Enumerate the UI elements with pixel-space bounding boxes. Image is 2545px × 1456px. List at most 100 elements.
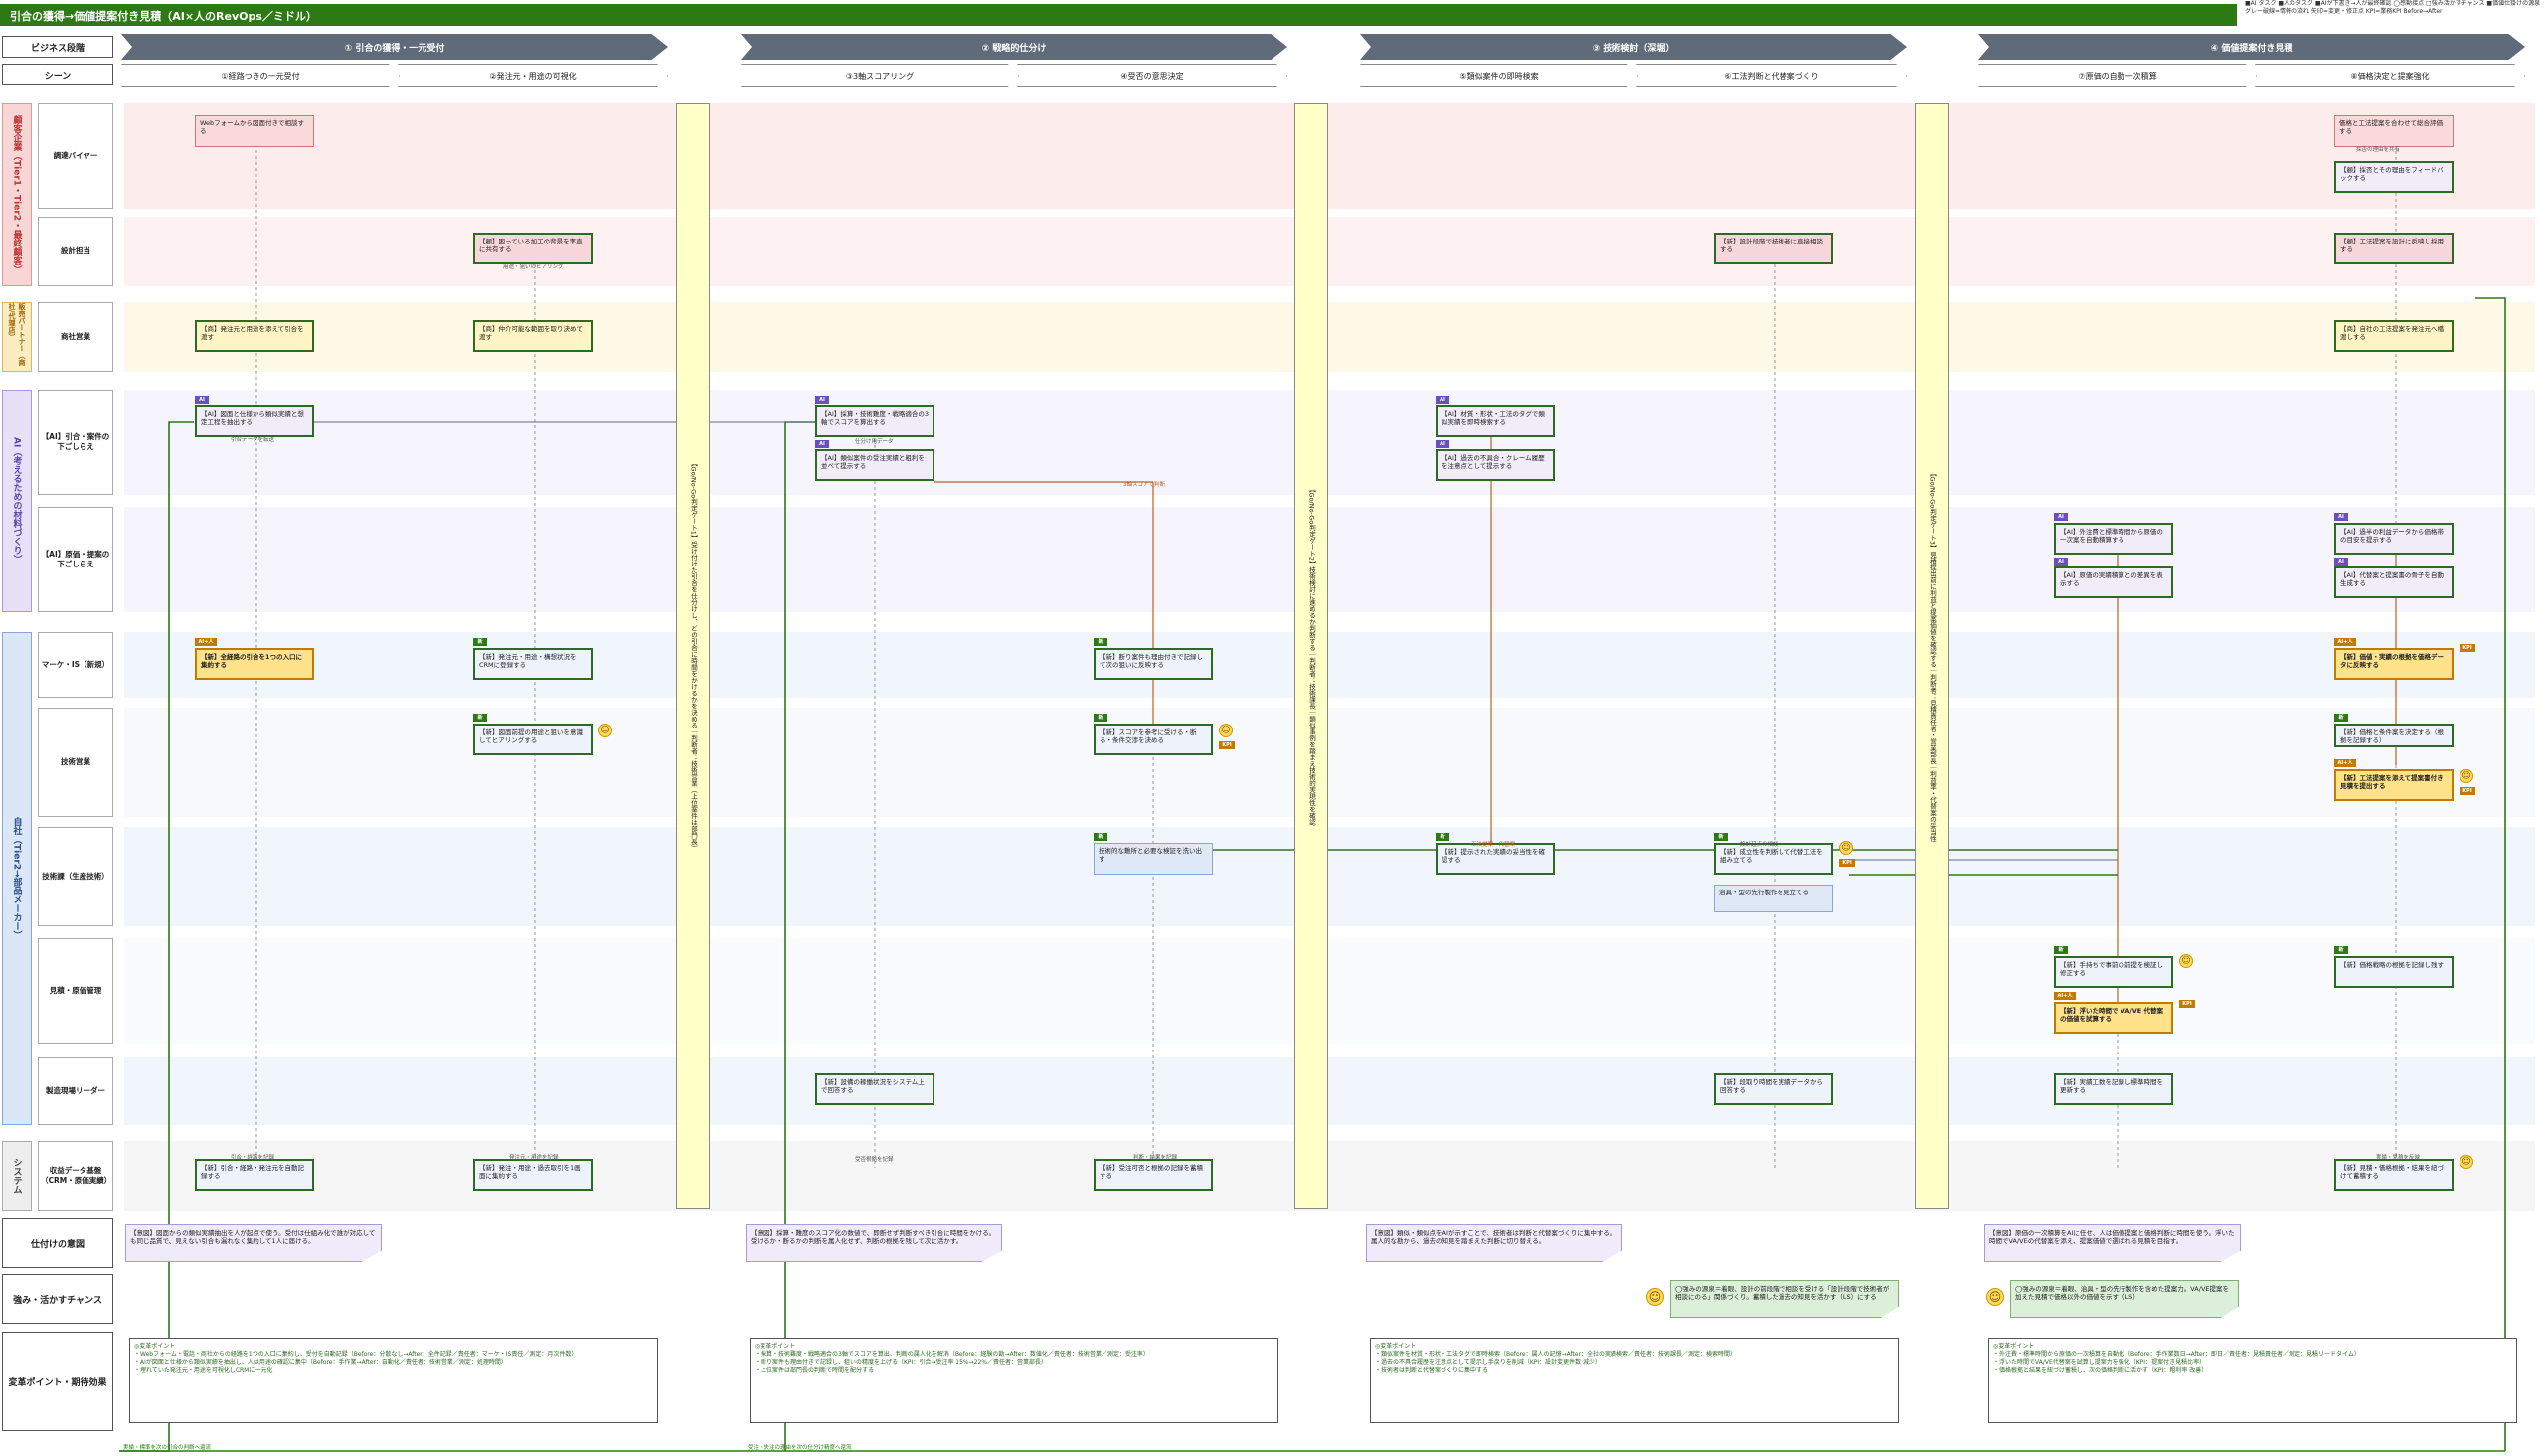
feedback-label: 受注・失注の理由を次の仕分け精度へ還流 (748, 1445, 852, 1451)
flow-label: 引合・経路を記録 (231, 1155, 275, 1161)
badge-ai-person: AI+人 (2054, 992, 2076, 1000)
badge-new: 新 (1094, 833, 1107, 841)
flow-label: 工法提案・代替案 (1471, 842, 1516, 848)
flow-label: 採否の理由を共有 (2356, 147, 2401, 153)
badge-ai: AI (1436, 396, 1449, 404)
change-3: ◎変革ポイント ・類似案件を材質・形状・工法タグで即時検索（Before：属人の… (1370, 1338, 1899, 1423)
strength-icon: ☺ (1646, 1288, 1664, 1306)
flow-label: 発注元・用途を記録 (509, 1155, 559, 1161)
gate-2: 【Go/No-Go判定ゲート2】技術検討に進めるか判断する｜判断者：技術課長｜類… (1294, 103, 1328, 1209)
card-customer-feedback: 【顧】採否とその理由をフィードバックする (2334, 161, 2454, 193)
strength-2: ◯強みの源泉＝着眼、治具・型の先行製作を含めた提案力。VA/VE提案を加えた見積… (2010, 1280, 2239, 1318)
card-setup-time: 【新】段取り時間を実績データから回答する (1714, 1073, 1833, 1105)
flow-label: 実績・見積を反映 (2376, 1155, 2421, 1161)
card-crm-register: 【新】発注元・用途・構想状況をCRMに登録する (473, 648, 593, 680)
card-equipment-status: 【新】設備の稼働状況をシステム上で回答する (815, 1073, 934, 1105)
flow-label: 判断・結果を記録 (1133, 1155, 1178, 1161)
badge-ai-person: AI+人 (2334, 638, 2356, 646)
card-ai-proposal: 【AI】代替案と提案書の骨子を自動生成する (2334, 566, 2454, 598)
card-customer-adopt: 【顧】工法提案を設計に反映し採用する (2334, 233, 2454, 264)
change-4: ◎変革ポイント ・外注費・標準時間から原価の一次積算を自動化（Before：手作… (1988, 1338, 2517, 1423)
badge-new: 新 (1094, 638, 1107, 646)
card-ai-price-range: 【AI】過半の利益データから価格帯の目安を提示する (2334, 523, 2454, 555)
card-sys-record-inquiry: 【新】引合・経路・発注元を自動記録する (195, 1159, 314, 1191)
delight-icon: ☺ (2460, 1155, 2473, 1169)
card-total-eval: 価格と工法提案を合わせて総合評価する (2334, 115, 2454, 147)
card-ai-defect-history: 【AI】過去の不具合・クレーム履歴を注意点として提示する (1436, 449, 1555, 481)
card-designer-consult: 【新】設計段階で技術者に直接相談する (1714, 233, 1833, 264)
intent-1: 【意図】図面からの類似実績抽出を人が起点で使う。受付は仕組み化で誰が対応しても同… (125, 1224, 382, 1262)
badge-kpi: KPI (2460, 787, 2475, 795)
card-customer-share: 【顧】困っている加工の背景を率直に共有する (473, 233, 593, 264)
flow-label: 用途・狙いのヒアリング (503, 264, 564, 270)
card-partner-scope: 【商】仲介可能な範囲を取り決めて渡す (473, 320, 593, 352)
flow-label: 引合データを転送 (231, 437, 275, 443)
badge-new: 新 (473, 638, 487, 646)
card-sys-one-screen: 【新】発注・用途・過去取引を1画面に集約する (473, 1159, 593, 1191)
badge-new: 新 (473, 714, 487, 722)
card-price-decide: 【新】価格と条件案を決定する（根拠を記録する） (2334, 724, 2454, 747)
delight-icon: ☺ (1219, 724, 1233, 737)
badge-kpi: KPI (1219, 741, 1235, 749)
card-tech-difficulty: 技術的な難所と必要な検証を洗い出す (1094, 843, 1213, 875)
badge-ai: AI (2334, 558, 2348, 566)
flow-label: 3軸スコアで判断 (1123, 482, 1165, 488)
intent-2: 【意図】採算・難度のスコア化の数値で、即断せず判断すべき引合に時間をかける。受け… (746, 1224, 1002, 1262)
gate-3: 【Go/No-Go判定ゲート3】見積提出前に利益と提案価値を確認する｜判断者：見… (1915, 103, 1949, 1209)
badge-kpi: KPI (2460, 644, 2475, 652)
card-ai-tag-search: 【AI】材質・形状・工法のタグで類似実績を即時検索する (1436, 405, 1555, 437)
card-hearing: 【新】図面前提の用途と狙いを意識してヒアリングする (473, 724, 593, 755)
badge-kpi: KPI (1839, 859, 1855, 867)
card-price-rationale: 【新】価格戦略の根拠を記録し残す (2334, 956, 2454, 988)
feedback-label: 実績・標準を次の引合の判断へ還流 (123, 1445, 212, 1451)
badge-ai: AI (195, 396, 209, 404)
badge-new: 新 (2334, 714, 2348, 722)
card-record-declines: 【新】断り案件も理由付きで記録して次の狙いに反映する (1094, 648, 1213, 680)
card-ai-cost-estimate: 【AI】外注費と標準時間から原価の一次案を自動積算する (2054, 523, 2173, 555)
intent-4: 【意図】原価の一次積算をAIに任せ、人は価値提案と価格判断に時間を使う。浮いた時… (1984, 1224, 2241, 1262)
flow-label: 設計起点の相談 (1740, 842, 1779, 848)
badge-ai: AI (815, 440, 829, 448)
card-ai-similar-profit: 【AI】類似案件の受注実績と粗利を並べて提示する (815, 449, 934, 481)
change-2: ◎変革ポイント ・採算・技術難度・戦略適合の3軸でスコアを算出、判断の属人化を解… (750, 1338, 1278, 1423)
delight-icon: ☺ (1839, 841, 1853, 855)
badge-ai: AI (1436, 440, 1449, 448)
card-jig-planning: 治具・型の先行製作を見立てる (1714, 885, 1833, 912)
card-sys-estimate-log: 【新】見積・価格根拠・結果を紐づけて蓄積する (2334, 1159, 2454, 1191)
card-go-nogo-decide: 【新】スコアを参考に受ける・断る・条件交渉を決める (1094, 724, 1213, 755)
gate-1: 【Go/No-Go判定ゲート1】受け付けた引合を仕分けし、どの引合に時間をかける… (676, 103, 710, 1209)
change-1: ◎変革ポイント ・Webフォーム・電話・商社からの経路を1つの入口に集約し、受付… (129, 1338, 658, 1423)
card-verify-precondition: 【新】手持ちで事前の前提を検証し修正する (2054, 956, 2173, 988)
badge-ai-person: AI+人 (2334, 759, 2356, 767)
strength-icon: ☺ (1986, 1288, 2004, 1306)
badge-ai: AI (2334, 513, 2348, 521)
card-ai-cost-diff: 【AI】原価の実績積算との差異を表示する (2054, 566, 2173, 598)
badge-ai-person: AI+人 (195, 638, 217, 646)
delight-icon: ☺ (598, 724, 612, 737)
card-sys-decision-log: 【新】受注可否と根拠の記録を蓄積する (1094, 1159, 1213, 1191)
badge-new: 新 (1714, 833, 1728, 841)
badge-ai: AI (815, 396, 829, 404)
flow-label: 受否根拠を記録 (855, 1157, 894, 1163)
flow-label: 仕分け用データ (855, 439, 894, 445)
card-ai-score: 【AI】採算・技術難度・戦略適合の3軸でスコアを算出する (815, 405, 934, 437)
strength-1: ◯強みの源泉＝着眼、設計の前段階で相談を受ける「設計段階で技術者が相談にのる」関… (1670, 1280, 1899, 1318)
badge-new: 新 (1094, 714, 1107, 722)
delight-icon: ☺ (2460, 769, 2473, 783)
card-unify-inquiries: 【新】全経路の引合を1つの入口に集約する (195, 648, 314, 680)
delight-icon: ☺ (2179, 954, 2193, 968)
card-web-inquiry: Webフォームから図面付きで相談する (195, 115, 314, 147)
card-ai-extract: 【AI】図面と仕様から類似実績と想定工程を抽出する (195, 405, 314, 437)
card-partner-bridge: 【商】自社の工法提案を発注元へ橋渡しする (2334, 320, 2454, 352)
intent-3: 【意図】類似・類似点をAIが示すことで、技術者は判断と代替案づくりに集中する。属… (1366, 1224, 1622, 1262)
badge-new: 新 (2054, 946, 2068, 954)
card-update-standard: 【新】実績工数を記録し標準時間を更新する (2054, 1073, 2173, 1105)
badge-new: 新 (1436, 833, 1449, 841)
badge-new: 新 (2334, 946, 2348, 954)
badge-kpi: KPI (2179, 1000, 2195, 1008)
card-value-to-price: 【新】価値・実績の根拠を価格データに反映する (2334, 648, 2454, 680)
card-partner-handoff: 【商】発注元と用途を添えて引合を渡す (195, 320, 314, 352)
card-vave-value: 【新】浮いた時間で VA/VE 代替案の価値を試算する (2054, 1002, 2173, 1034)
badge-ai: AI (2054, 513, 2068, 521)
badge-ai: AI (2054, 558, 2068, 566)
